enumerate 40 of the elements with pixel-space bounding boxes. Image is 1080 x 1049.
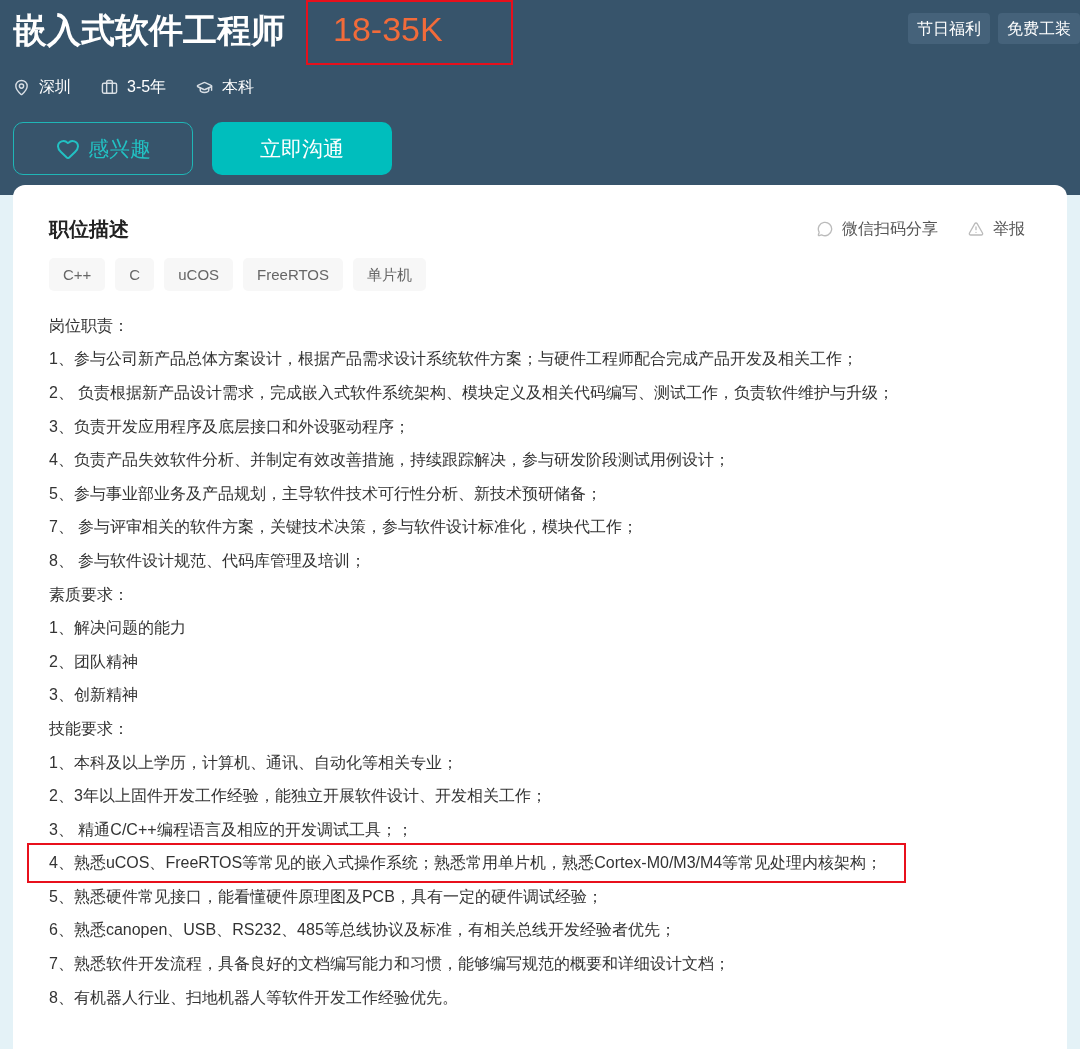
description-line: 2、 负责根据新产品设计需求，完成嵌入式软件系统架构、模块定义及相关代码编写、测试工作，负责软件维护与升级； bbox=[49, 383, 895, 403]
benefit-tag: 免费工装 bbox=[998, 13, 1080, 44]
report-link[interactable]: 举报 bbox=[968, 217, 1025, 241]
interest-button[interactable]: 感兴趣 bbox=[13, 122, 193, 175]
description-line: 5、参与事业部业务及产品规划，主导软件技术可行性分析、新技术预研储备； bbox=[49, 483, 602, 504]
briefcase-icon bbox=[101, 78, 118, 96]
description-line: 素质要求： bbox=[49, 584, 129, 605]
description-line: 1、参与公司新产品总体方案设计，根据产品需求设计系统软件方案；与硬件工程师配合完成产品开发及相关工作； bbox=[49, 349, 858, 370]
skill-tag: C bbox=[115, 258, 155, 291]
description-line: 5、熟悉硬件常见接口，能看懂硬件原理图及PCB，具有一定的硬件调试经验； bbox=[49, 886, 603, 907]
chat-bubble-icon bbox=[817, 221, 833, 237]
skill-tag: uCOS bbox=[164, 258, 234, 291]
section-title: 职位描述 bbox=[49, 217, 129, 242]
job-title: 嵌入式软件工程师 bbox=[13, 10, 285, 51]
skill-tag: FreeRTOS bbox=[243, 258, 344, 291]
description-line: 3、 精通C/C++编程语言及相应的开发调试工具；； bbox=[49, 819, 413, 840]
description-line: 7、 参与评审相关的软件方案，关键技术决策，参与软件设计标准化，模块代工作； bbox=[49, 517, 639, 538]
job-meta: 深圳 bbox=[39, 77, 71, 97]
description-line: 技能要求： bbox=[49, 718, 129, 739]
description-line: 1、解决问题的能力 bbox=[49, 618, 186, 639]
description-line: 2、团队精神 bbox=[49, 651, 138, 672]
description-line: 8、有机器人行业、扫地机器人等软件开发工作经验优先。 bbox=[49, 987, 458, 1008]
skill-tag: C++ bbox=[49, 258, 106, 291]
salary: 18-35K bbox=[306, 0, 513, 65]
description-line: 8、 参与软件设计规范、代码库管理及培训； bbox=[49, 550, 367, 571]
description-line: 岗位职责： bbox=[49, 315, 129, 336]
description-line: 3、创新精神 bbox=[49, 685, 138, 706]
warning-icon bbox=[968, 221, 984, 237]
job-meta: 3-5年 bbox=[127, 77, 167, 97]
description-line: 6、熟悉canopen、USB、RS232、485等总线协议及标准，有相关总线开发经验者优先； bbox=[49, 920, 676, 941]
description-line: 2、3年以上固件开发工作经验，能独立开展软件设计、开发相关工作； bbox=[49, 786, 547, 807]
share-link[interactable]: 微信扫码分享 bbox=[817, 217, 938, 241]
skill-tag: 单片机 bbox=[353, 258, 427, 291]
job-meta: 本科 bbox=[222, 77, 255, 97]
description-line: 7、熟悉软件开发流程，具备良好的文档编写能力和习惯，能够编写规范的概要和详细设计文档； bbox=[49, 954, 730, 975]
benefit-tag: 节日福利 bbox=[908, 13, 990, 44]
location-pin-icon bbox=[13, 78, 30, 96]
description-line: 1、本科及以上学历，计算机、通讯、自动化等相关专业； bbox=[49, 752, 458, 773]
description-line: 3、负责开发应用程序及底层接口和外设驱动程序； bbox=[49, 416, 410, 437]
description-line: 4、负责产品失效软件分析、并制定有效改善措施，持续跟踪解决，参与研发阶段测试用例设计； bbox=[49, 450, 730, 471]
